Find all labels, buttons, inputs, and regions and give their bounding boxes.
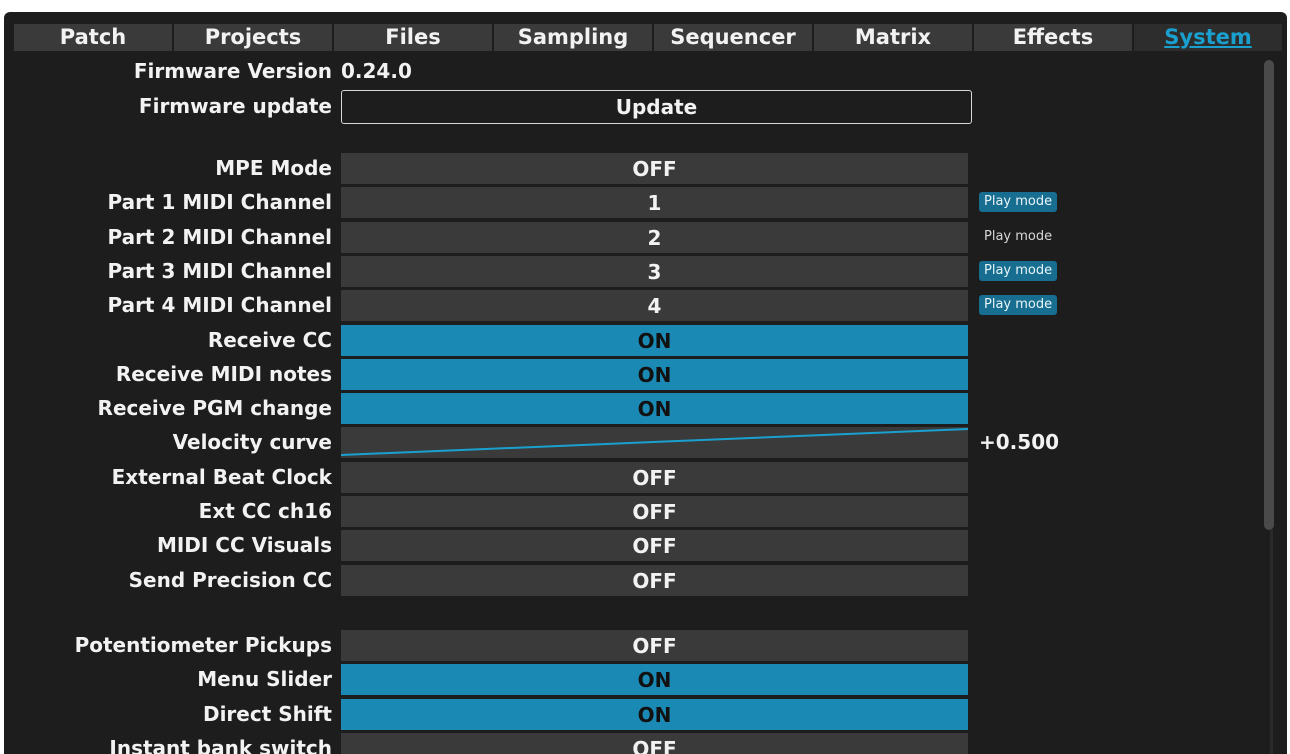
send-precision-cc-value[interactable]: OFF [341,564,968,596]
part-3-midi-channel-play-mode-badge[interactable]: Play mode [979,260,1058,281]
midi-cc-visuals-label: MIDI CC Visuals [156,533,332,558]
external-beat-clock-label: External Beat Clock [111,464,332,489]
receive-cc-label: Receive CC [207,327,332,352]
receive-pgm-change-label: Receive PGM change [97,396,332,421]
tab-projects[interactable]: Projects [174,24,332,51]
menu-slider-label: Menu Slider [197,667,332,692]
part-2-midi-channel-value[interactable]: 2 [341,221,968,253]
tab-sequencer[interactable]: Sequencer [654,24,812,51]
receive-midi-notes-label: Receive MIDI notes [115,361,332,386]
tab-bar: Patch Projects Files Sampling Sequencer … [4,12,1287,54]
part-1-midi-channel-label: Part 1 MIDI Channel [107,190,332,215]
scrollbar-track [1270,530,1273,754]
velocity-curve-value[interactable] [341,427,968,459]
instant-bank-switch-value[interactable]: OFF [341,732,968,754]
direct-shift-value[interactable]: ON [341,698,968,730]
external-beat-clock-value[interactable]: OFF [341,461,968,493]
tab-sampling[interactable]: Sampling [494,24,652,51]
part-1-midi-channel-value[interactable]: 1 [341,187,968,219]
velocity-curve-readout: +0.500 [979,430,1060,455]
receive-midi-notes-value[interactable]: ON [341,358,968,390]
menu-slider-value[interactable]: ON [341,664,968,696]
receive-cc-value[interactable]: ON [341,324,968,356]
midi-cc-visuals-value[interactable]: OFF [341,530,968,562]
firmware-version-value: 0.24.0 [341,59,412,83]
part-2-midi-channel-play-mode-badge[interactable]: Play mode [979,227,1057,247]
part-1-midi-channel-play-mode-badge[interactable]: Play mode [979,192,1058,213]
tab-patch[interactable]: Patch [14,24,172,51]
app-window: Patch Projects Files Sampling Sequencer … [4,12,1287,754]
part-4-midi-channel-value[interactable]: 4 [341,290,968,322]
velocity-curve-line [341,428,968,457]
tab-system[interactable]: System [1134,24,1282,51]
send-precision-cc-label: Send Precision CC [128,567,332,592]
part-4-midi-channel-label: Part 4 MIDI Channel [107,293,332,318]
direct-shift-label: Direct Shift [202,701,332,726]
tab-matrix[interactable]: Matrix [814,24,972,51]
tab-effects[interactable]: Effects [974,24,1132,51]
ext-cc-ch16-label: Ext CC ch16 [198,499,332,523]
ext-cc-ch16-value[interactable]: OFF [341,496,968,527]
mpe-mode-value[interactable]: OFF [341,153,968,184]
receive-pgm-change-value[interactable]: ON [341,393,968,425]
firmware-version-label: Firmware Version [133,59,332,83]
part-3-midi-channel-value[interactable]: 3 [341,255,968,287]
part-2-midi-channel-label: Part 2 MIDI Channel [107,224,332,249]
part-4-midi-channel-play-mode-badge[interactable]: Play mode [979,295,1058,316]
instant-bank-switch-label: Instant bank switch [109,735,332,754]
potentiometer-pickups-label: Potentiometer Pickups [74,633,332,657]
firmware-update-label: Firmware update [138,94,332,118]
part-3-midi-channel-label: Part 3 MIDI Channel [107,258,332,283]
potentiometer-pickups-value[interactable]: OFF [341,630,968,661]
mpe-mode-label: MPE Mode [215,156,332,180]
update-button[interactable]: Update [341,90,972,124]
tab-files[interactable]: Files [334,24,492,51]
velocity-curve-label: Velocity curve [172,430,332,455]
scrollbar[interactable] [1264,60,1274,530]
